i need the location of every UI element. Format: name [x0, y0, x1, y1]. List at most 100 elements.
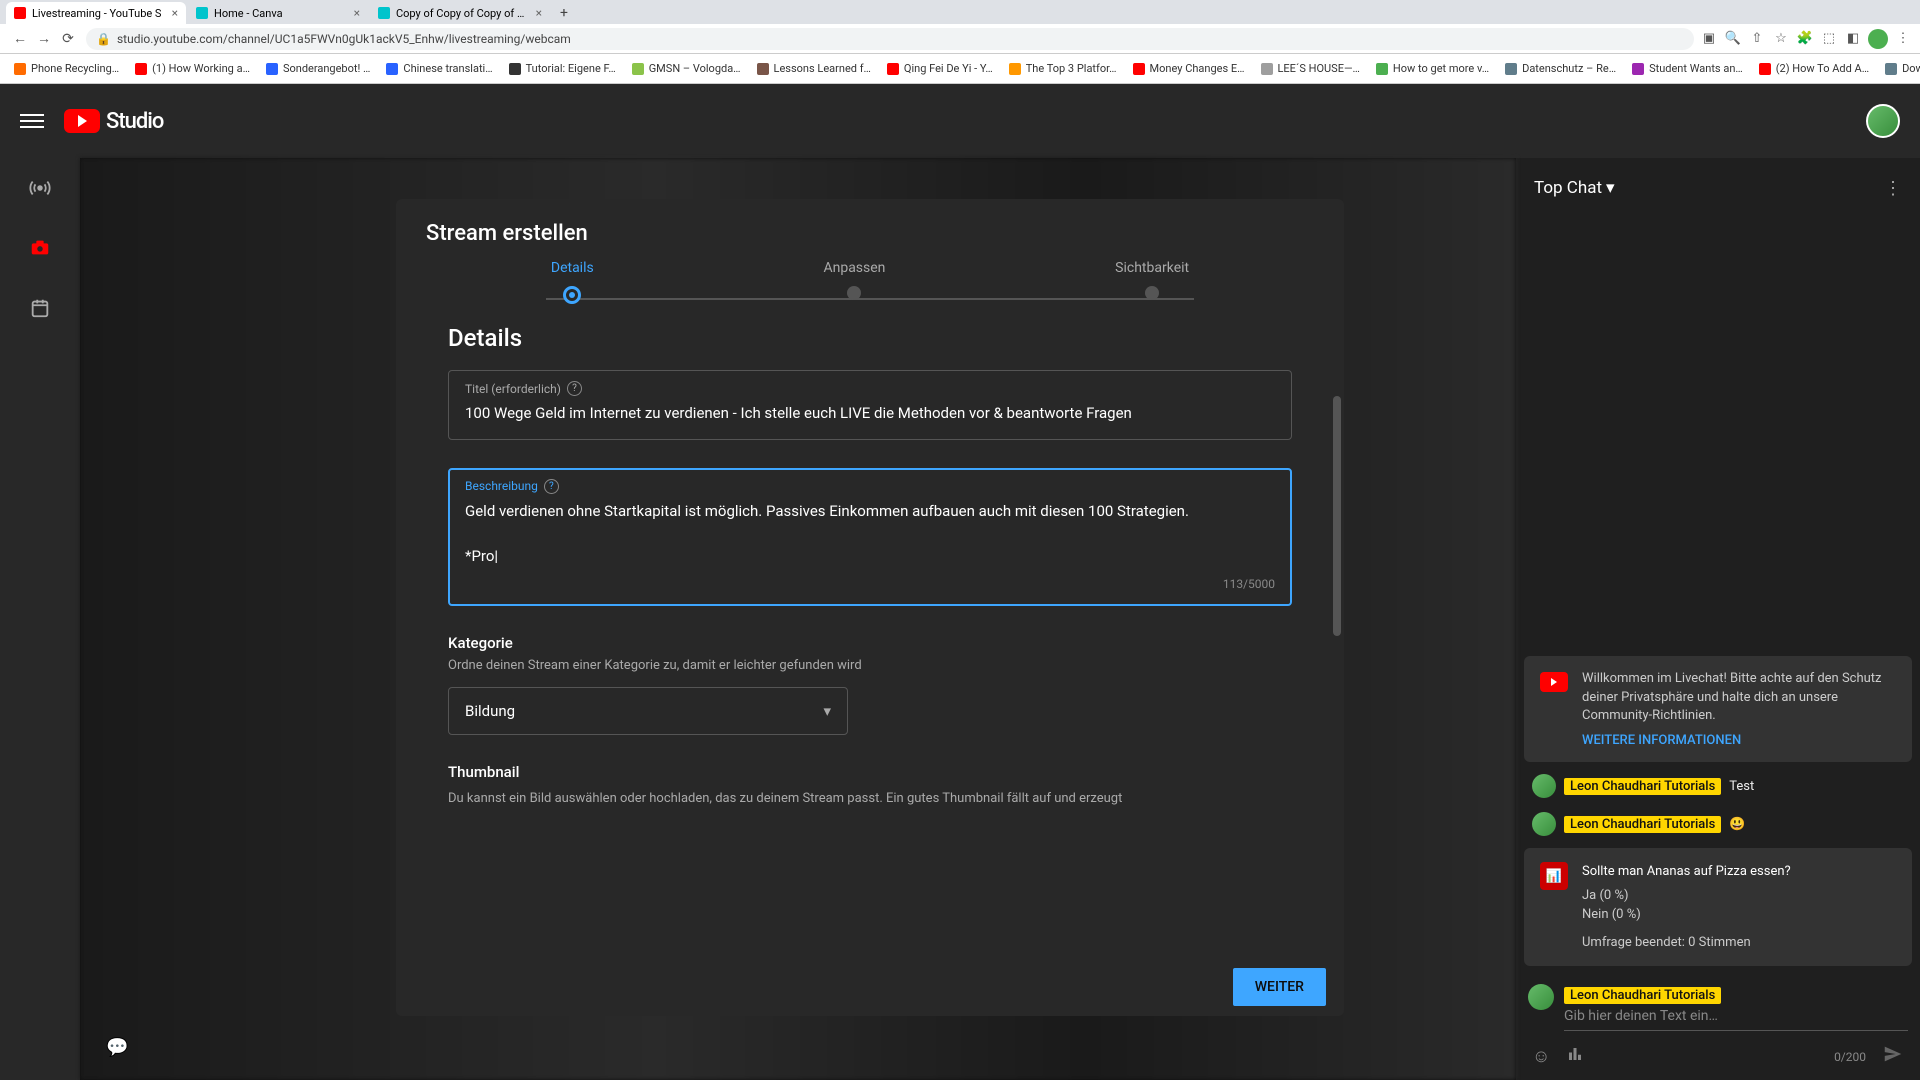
send-button[interactable]	[1882, 1043, 1904, 1070]
profile-avatar[interactable]	[1868, 29, 1888, 49]
category-hint: Ordne deinen Stream einer Kategorie zu, …	[448, 658, 1292, 673]
modal-footer: WEITER	[396, 958, 1344, 1016]
studio-body: Stream erstellen Details Anpassen Sichtb…	[0, 158, 1920, 1080]
broadcast-icon	[29, 177, 51, 199]
title-value: 100 Wege Geld im Internet zu verdienen -…	[465, 402, 1275, 425]
bookmark-item[interactable]: How to get more v…	[1370, 60, 1495, 77]
new-tab-button[interactable]: +	[552, 2, 576, 24]
step-visibility[interactable]: Sichtbarkeit	[1115, 260, 1189, 304]
account-avatar[interactable]	[1866, 104, 1900, 138]
welcome-text: Willkommen im Livechat! Bitte achte auf …	[1582, 670, 1896, 725]
bookmark-item[interactable]: Chinese translati…	[380, 60, 498, 77]
back-button[interactable]: ←	[8, 27, 32, 51]
youtube-icon	[1540, 672, 1568, 692]
close-icon[interactable]: ×	[536, 6, 542, 20]
bookmark-item[interactable]: LEE´S HOUSE—…	[1255, 60, 1366, 77]
step-details[interactable]: Details	[551, 260, 594, 304]
chat-messages[interactable]: Willkommen im Livechat! Bitte achte auf …	[1516, 218, 1920, 976]
bookmark-item[interactable]: Student Wants an…	[1626, 60, 1749, 77]
extension-icon[interactable]: ◧	[1844, 30, 1862, 48]
field-label: Titel (erforderlich) ?	[465, 381, 1275, 396]
bookmark-item[interactable]: Sonderangebot! …	[260, 60, 376, 77]
chat-menu-button[interactable]: ⋮	[1884, 178, 1902, 199]
tab-canva[interactable]: Home - Canva ×	[188, 2, 368, 24]
browser-chrome: Livestreaming - YouTube S × Home - Canva…	[0, 0, 1920, 84]
bookmark-item[interactable]: Download - Cooki…	[1879, 60, 1920, 77]
help-icon[interactable]: ?	[567, 381, 582, 396]
forward-button[interactable]: →	[32, 27, 56, 51]
create-stream-modal: Stream erstellen Details Anpassen Sichtb…	[396, 199, 1344, 1016]
emoji-button[interactable]: ☺	[1532, 1046, 1550, 1067]
help-icon[interactable]: ?	[544, 479, 559, 494]
extension-icon[interactable]: 🧩	[1796, 30, 1814, 48]
extension-icon[interactable]: ⬚	[1820, 30, 1838, 48]
chat-welcome-card: Willkommen im Livechat! Bitte achte auf …	[1524, 656, 1912, 762]
close-icon[interactable]: ×	[172, 6, 178, 20]
bookmarks-bar: Phone Recycling… (1) How Working a… Sond…	[0, 54, 1920, 84]
bookmark-item[interactable]: Tutorial: Eigene F…	[503, 60, 622, 77]
bookmark-item[interactable]: Phone Recycling…	[8, 60, 125, 77]
close-icon[interactable]: ×	[354, 6, 360, 20]
youtube-icon	[64, 109, 100, 133]
tab-title: Livestreaming - YouTube S	[32, 7, 166, 20]
studio-main: Stream erstellen Details Anpassen Sichtb…	[80, 158, 1516, 1080]
poll-button[interactable]	[1566, 1045, 1584, 1068]
tab-title: Copy of Copy of Copy of Copy	[396, 7, 530, 20]
menu-icon[interactable]: ⋮	[1894, 30, 1912, 48]
feedback-button[interactable]: 💬	[106, 1037, 128, 1058]
live-chat-panel: Top Chat ▾ ⋮ Willkommen im Livechat! Bit…	[1516, 158, 1920, 1080]
address-input[interactable]: 🔒 studio.youtube.com/channel/UC1a5FWVn0g…	[86, 28, 1694, 50]
description-field[interactable]: Beschreibung ? Geld verdienen ohne Start…	[448, 468, 1292, 607]
youtube-studio-app: Studio Stream erstellen Details	[0, 84, 1920, 1080]
camera-icon[interactable]: ▣	[1700, 30, 1718, 48]
chat-author-badge[interactable]: Leon Chaudhari Tutorials	[1564, 778, 1721, 795]
sidebar-item-stream[interactable]	[22, 170, 58, 206]
zoom-icon[interactable]: 🔍	[1724, 30, 1742, 48]
next-button[interactable]: WEITER	[1233, 968, 1326, 1006]
title-field[interactable]: Titel (erforderlich) ? 100 Wege Geld im …	[448, 370, 1292, 440]
share-icon[interactable]: ⇧	[1748, 30, 1766, 48]
lock-icon: 🔒	[96, 32, 111, 46]
menu-button[interactable]	[20, 109, 44, 133]
bookmark-item[interactable]: Money Changes E…	[1127, 60, 1251, 77]
poll-question: Sollte man Ananas auf Pizza essen?	[1582, 862, 1896, 882]
chat-input-area: Leon Chaudhari Tutorials Gib hier deinen…	[1516, 976, 1920, 1080]
step-label: Sichtbarkeit	[1115, 260, 1189, 276]
favicon-icon	[378, 7, 390, 19]
stepper: Details Anpassen Sichtbarkeit	[396, 260, 1344, 316]
char-counter: 113/5000	[465, 577, 1275, 591]
tab-title: Home - Canva	[214, 7, 348, 20]
step-label: Details	[551, 260, 594, 276]
category-select[interactable]: Bildung ▾	[448, 687, 848, 735]
thumbnail-hint: Du kannst ein Bild auswählen oder hochla…	[448, 789, 1292, 809]
step-customize[interactable]: Anpassen	[823, 260, 885, 304]
bookmark-item[interactable]: Datenschutz – Re…	[1499, 60, 1622, 77]
studio-header: Studio	[0, 84, 1920, 158]
bookmark-item[interactable]: Lessons Learned f…	[751, 60, 877, 77]
favicon-icon	[14, 7, 26, 19]
reload-button[interactable]: ⟳	[56, 27, 80, 51]
bookmark-item[interactable]: GMSN – Vologda…	[626, 60, 747, 77]
category-label: Kategorie	[448, 634, 1292, 652]
scrollbar[interactable]	[1333, 396, 1341, 676]
star-icon[interactable]: ☆	[1772, 30, 1790, 48]
chevron-down-icon: ▾	[823, 702, 831, 720]
bookmark-item[interactable]: Qing Fei De Yi - Y…	[881, 60, 999, 77]
chat-input[interactable]: Gib hier deinen Text ein…	[1564, 1008, 1908, 1031]
bookmark-item[interactable]: The Top 3 Platfor…	[1003, 60, 1123, 77]
tab-youtube[interactable]: Livestreaming - YouTube S ×	[6, 2, 186, 24]
chat-author-badge[interactable]: Leon Chaudhari Tutorials	[1564, 816, 1721, 833]
sidebar-item-manage[interactable]	[22, 290, 58, 326]
scrollbar-thumb[interactable]	[1333, 396, 1341, 636]
bookmark-item[interactable]: (2) How To Add A…	[1753, 60, 1875, 77]
modal-content[interactable]: Details Titel (erforderlich) ? 100 Wege …	[396, 316, 1344, 958]
sidebar-item-webcam[interactable]	[22, 230, 58, 266]
more-info-link[interactable]: WEITERE INFORMATIONEN	[1582, 733, 1896, 748]
description-value: Geld verdienen ohne Startkapital ist mög…	[465, 500, 1275, 568]
tab-canva-copy[interactable]: Copy of Copy of Copy of Copy ×	[370, 2, 550, 24]
studio-text: Studio	[106, 109, 163, 134]
studio-logo[interactable]: Studio	[64, 109, 163, 134]
chat-text: 😃	[1729, 817, 1745, 832]
bookmark-item[interactable]: (1) How Working a…	[129, 60, 256, 77]
chat-mode-selector[interactable]: Top Chat ▾	[1534, 178, 1615, 198]
